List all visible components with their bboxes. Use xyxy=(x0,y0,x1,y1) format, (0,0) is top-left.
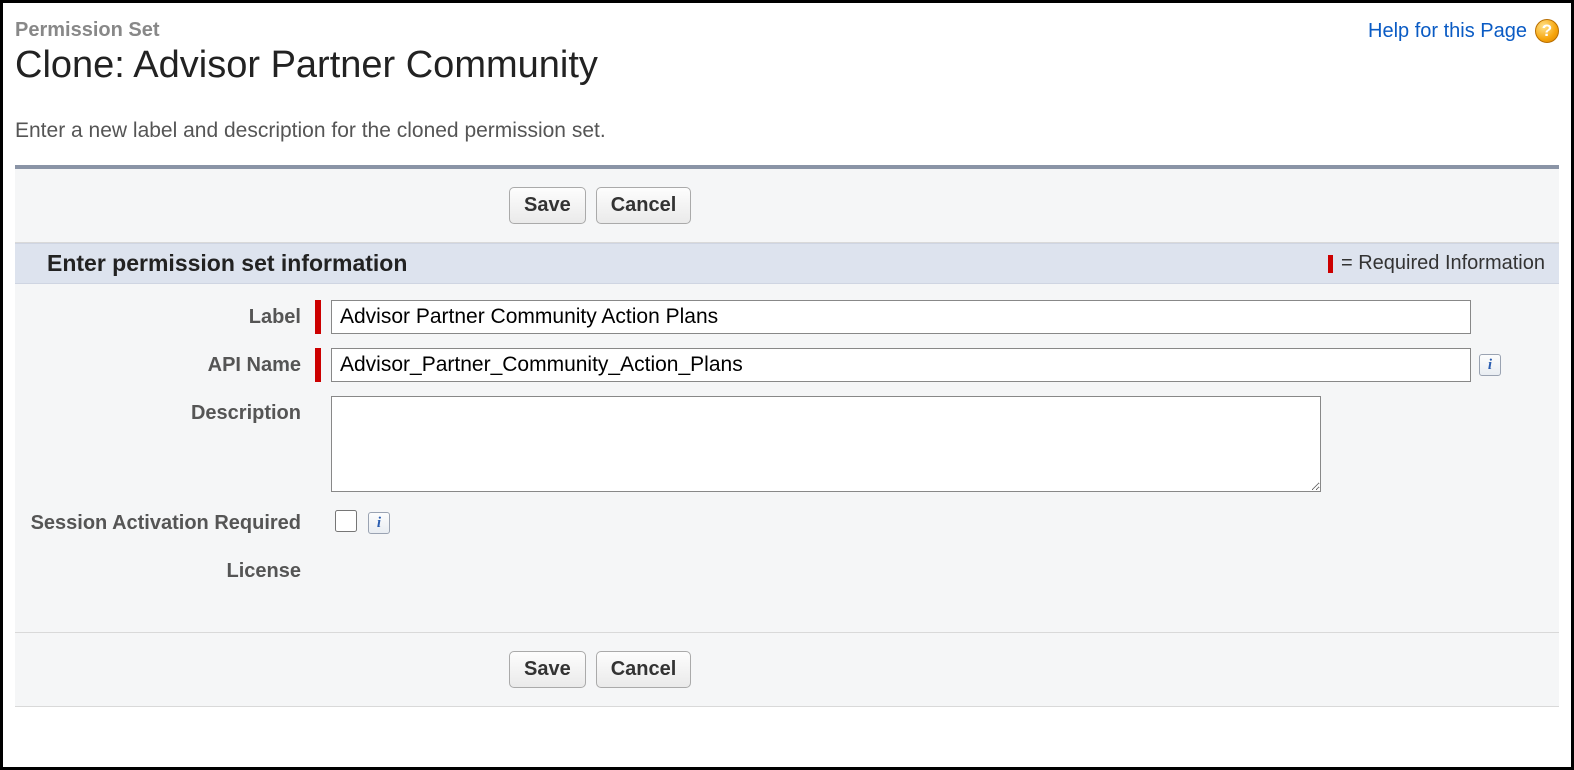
api-name-input[interactable] xyxy=(331,348,1471,382)
cancel-button[interactable]: Cancel xyxy=(596,651,692,688)
header-left: Permission Set Clone: Advisor Partner Co… xyxy=(15,13,598,101)
label-api-name: API Name xyxy=(15,348,315,377)
cancel-button[interactable]: Cancel xyxy=(596,187,692,224)
row-license: License xyxy=(15,554,1559,588)
instructions-text: Enter a new label and description for th… xyxy=(15,119,1559,143)
required-mark-icon xyxy=(315,300,321,334)
info-icon[interactable]: i xyxy=(1479,354,1501,376)
save-button[interactable]: Save xyxy=(509,651,586,688)
help-icon: ? xyxy=(1535,19,1559,43)
row-api-name: API Name i xyxy=(15,348,1559,382)
section-header: Enter permission set information = Requi… xyxy=(15,243,1559,284)
info-icon[interactable]: i xyxy=(368,512,390,534)
help-link-label: Help for this Page xyxy=(1368,20,1527,43)
label-license: License xyxy=(15,554,315,583)
button-bar-bottom: Save Cancel xyxy=(15,632,1559,706)
required-mark-icon xyxy=(315,348,321,382)
breadcrumb: Permission Set xyxy=(15,13,598,42)
page-header: Permission Set Clone: Advisor Partner Co… xyxy=(15,13,1559,101)
row-session-activation: Session Activation Required i xyxy=(15,506,1559,540)
label-input[interactable] xyxy=(331,300,1471,334)
button-bar-top: Save Cancel xyxy=(15,169,1559,243)
row-description: Description xyxy=(15,396,1559,492)
required-note-text: = Required Information xyxy=(1341,252,1545,275)
form-area: Label API Name i Description xyxy=(15,284,1559,632)
label-description: Description xyxy=(15,396,315,425)
form-panel: Save Cancel Enter permission set informa… xyxy=(15,165,1559,707)
section-title: Enter permission set information xyxy=(47,250,407,277)
label-session-activation: Session Activation Required xyxy=(15,506,315,535)
help-link[interactable]: Help for this Page ? xyxy=(1368,13,1559,43)
save-button[interactable]: Save xyxy=(509,187,586,224)
label-label: Label xyxy=(15,300,315,329)
description-textarea[interactable] xyxy=(331,396,1321,492)
row-label: Label xyxy=(15,300,1559,334)
session-activation-checkbox[interactable] xyxy=(335,510,357,532)
page-container: Permission Set Clone: Advisor Partner Co… xyxy=(0,0,1574,770)
required-note: = Required Information xyxy=(1328,252,1545,275)
page-title: Clone: Advisor Partner Community xyxy=(15,44,598,87)
required-indicator-icon xyxy=(1328,255,1333,273)
